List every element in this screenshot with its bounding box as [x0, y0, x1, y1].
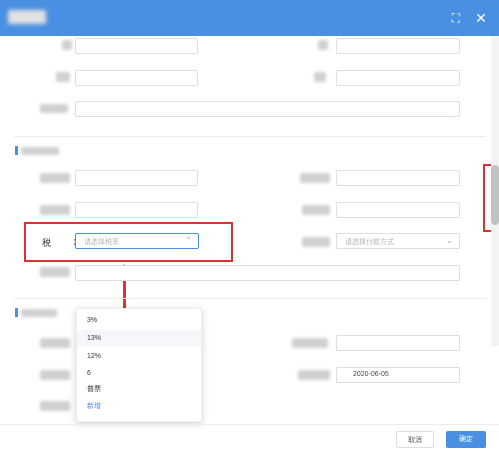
field-label-redacted	[56, 72, 70, 82]
form-input[interactable]	[336, 335, 460, 351]
field-label-redacted	[292, 338, 328, 348]
field-label-redacted	[302, 237, 330, 247]
add-option-link[interactable]: 新增	[77, 398, 201, 415]
tax-rate-dropdown: 3% 13% 12% 6 普票 新增	[76, 308, 202, 422]
form-input[interactable]	[336, 202, 460, 218]
field-label-redacted	[62, 40, 72, 50]
section-title-redacted	[21, 309, 57, 317]
field-label-redacted	[40, 267, 70, 277]
dropdown-option[interactable]: 6	[77, 365, 201, 382]
confirm-button[interactable]: 确定	[446, 431, 486, 448]
footer-divider	[0, 424, 499, 425]
section-marker	[15, 308, 18, 317]
dialog-header	[0, 0, 499, 36]
dropdown-option[interactable]: 12%	[77, 348, 201, 365]
form-input[interactable]	[75, 70, 198, 86]
form-input[interactable]	[75, 38, 198, 54]
dropdown-option[interactable]: 3%	[77, 312, 201, 329]
date-input[interactable]: 2020-06-05	[336, 367, 460, 383]
form-input[interactable]	[75, 202, 198, 218]
fullscreen-icon[interactable]: ⛶	[448, 10, 464, 26]
section-divider	[14, 298, 486, 299]
form-input[interactable]	[336, 70, 460, 86]
form-input-wide[interactable]	[75, 265, 460, 281]
field-label-redacted	[40, 205, 70, 215]
field-label-redacted	[40, 173, 70, 183]
field-label-redacted	[298, 370, 330, 380]
dropdown-option[interactable]: 普票	[77, 381, 201, 398]
dialog-title-redacted	[8, 10, 46, 24]
highlight-box	[24, 222, 233, 262]
form-input-wide[interactable]	[75, 101, 460, 117]
section-marker	[15, 146, 18, 155]
field-label-redacted	[314, 72, 326, 82]
form-input[interactable]	[75, 170, 198, 186]
section-divider	[14, 136, 486, 137]
field-label-redacted	[302, 205, 330, 215]
date-value: 2020-06-05	[353, 371, 389, 378]
field-label-redacted	[300, 173, 330, 183]
scrollbar-thumb[interactable]	[491, 165, 499, 225]
field-label-redacted	[40, 370, 70, 380]
field-label-redacted	[40, 401, 70, 411]
field-label-redacted	[318, 40, 328, 50]
dropdown-option[interactable]: 13%	[77, 330, 201, 347]
payment-method-select[interactable]: 请选择付款方式 ⌄	[336, 233, 460, 249]
close-icon[interactable]: ✕	[473, 10, 489, 26]
section-title-redacted	[21, 147, 59, 155]
chevron-down-icon: ⌄	[446, 236, 453, 245]
cancel-button[interactable]: 取消	[396, 431, 434, 448]
payment-method-placeholder: 请选择付款方式	[345, 239, 394, 246]
field-label-redacted	[40, 104, 68, 113]
field-label-redacted	[40, 338, 70, 348]
form-input[interactable]	[336, 38, 460, 54]
form-input[interactable]	[336, 170, 460, 186]
